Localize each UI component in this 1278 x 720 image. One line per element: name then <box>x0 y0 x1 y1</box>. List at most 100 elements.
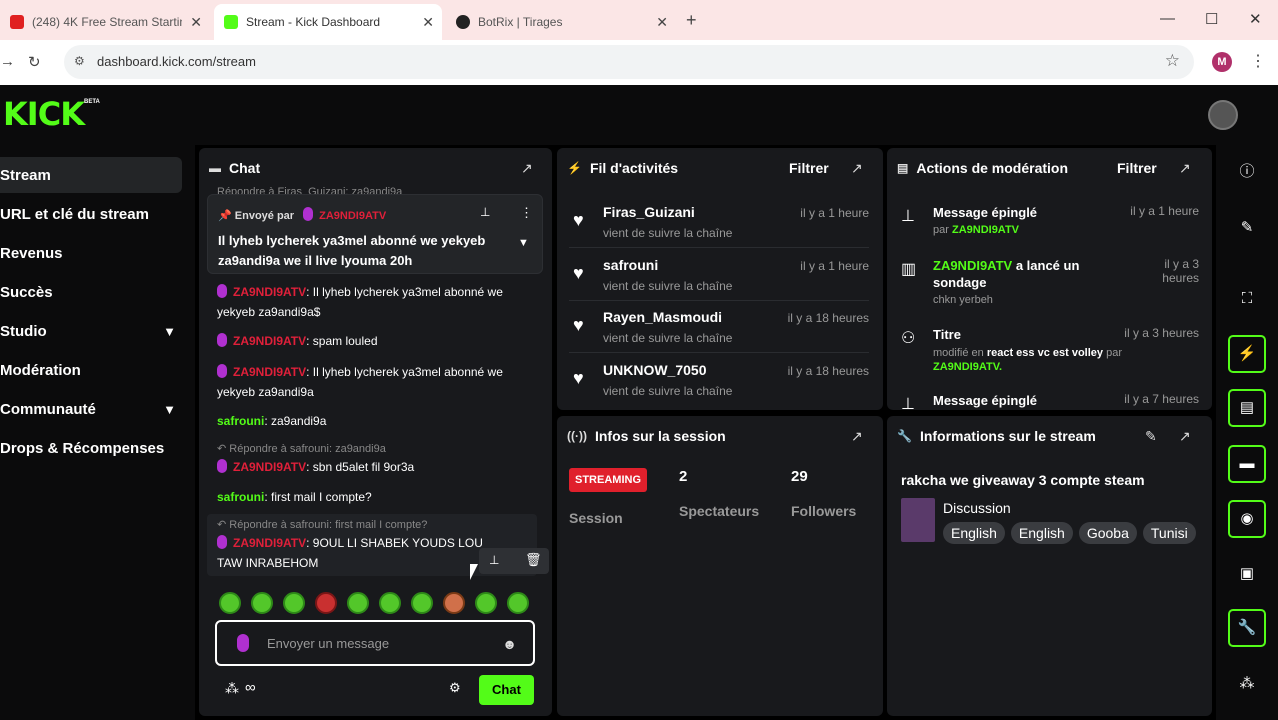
category-name[interactable]: Discussion <box>943 500 1011 516</box>
tab-youtube[interactable]: (248) 4K Free Stream Starting S ✕ <box>0 4 210 40</box>
maximize-icon[interactable]: ☐ <box>1205 10 1218 28</box>
chat-username[interactable]: safrouni <box>217 490 264 504</box>
emote-icon[interactable] <box>379 592 401 614</box>
minimize-icon[interactable]: — <box>1160 10 1175 27</box>
tag[interactable]: Tunisi <box>1142 522 1196 544</box>
spectators-value: 2 <box>679 468 688 485</box>
emote-icon[interactable] <box>315 592 337 614</box>
youtube-icon <box>10 15 24 29</box>
activity-panel: ⚡ Fil d'activités Filtrer ↗ ♥ Firas_Guizan… <box>557 148 883 410</box>
site-info-icon[interactable]: ⚙ <box>74 54 85 68</box>
layout-icon[interactable]: ▣ <box>1228 555 1266 593</box>
document-icon[interactable]: ▤ <box>1228 389 1266 427</box>
mic-badge-icon <box>217 333 227 347</box>
chat-input[interactable]: Envoyer un message ☻ <box>215 620 535 666</box>
chat-username[interactable]: safrouni <box>217 414 264 428</box>
popout-icon[interactable]: ↗ <box>851 160 863 177</box>
popout-icon[interactable]: ↗ <box>1179 160 1191 177</box>
user-avatar[interactable] <box>1208 100 1238 130</box>
pin-icon[interactable]: ⊥ <box>489 553 499 567</box>
chat-username[interactable]: ZA9NDI9ATV <box>233 285 306 299</box>
sidebar-item-studio[interactable]: Studio ▼ <box>0 313 182 349</box>
emote-icon[interactable] <box>443 592 465 614</box>
chat-username[interactable]: ZA9NDI9ATV <box>233 460 306 474</box>
tag[interactable]: English <box>1010 522 1073 544</box>
reload-icon[interactable]: ↻ <box>28 53 41 71</box>
more-options-icon[interactable]: ⋮ <box>520 205 533 221</box>
tag[interactable]: Gooba <box>1078 522 1137 544</box>
broadcast-icon[interactable]: ◉ <box>1228 500 1266 538</box>
infinity-icon[interactable]: ∞ <box>245 679 256 696</box>
chat-username[interactable]: ZA9NDI9ATV <box>233 334 306 348</box>
chat-username[interactable]: ZA9NDI9ATV <box>233 536 306 550</box>
category-thumbnail <box>901 498 935 542</box>
sidebar-item-stream[interactable]: Stream <box>0 157 182 193</box>
chat-bubble-icon[interactable]: ▬ <box>1228 445 1266 483</box>
tags-list: English English Gooba Tunisi <box>943 522 1209 544</box>
emote-icon[interactable] <box>347 592 369 614</box>
pin-icon: 📌 <box>218 210 235 222</box>
emote-icon[interactable] <box>251 592 273 614</box>
emote-icon[interactable] <box>283 592 305 614</box>
emote-icon[interactable] <box>507 592 529 614</box>
pinned-header: 📌 Envoyé par ZA9NDI9ATV <box>218 207 386 222</box>
lightning-icon: ⚡ <box>567 161 582 175</box>
pencil-icon[interactable]: ✎ <box>1228 209 1266 247</box>
focus-icon[interactable]: ⛶ <box>1228 280 1266 318</box>
forward-icon[interactable]: → <box>0 53 15 70</box>
new-tab-button[interactable]: + <box>686 10 697 31</box>
filter-button[interactable]: Filtrer <box>1117 160 1157 176</box>
pinned-username[interactable]: ZA9NDI9ATV <box>319 210 386 222</box>
popout-icon[interactable]: ↗ <box>521 160 533 177</box>
settings-icon[interactable]: ⚙ <box>449 680 461 696</box>
lightning-icon[interactable]: ⚡ <box>1228 335 1266 373</box>
emote-icon[interactable] <box>219 592 241 614</box>
sidebar-item-url-key[interactable]: URL et clé du stream <box>0 196 182 232</box>
browser-menu-icon[interactable]: ⋮ <box>1250 51 1266 71</box>
popout-icon[interactable]: ↗ <box>851 428 863 445</box>
sidebar-item-succes[interactable]: Succès <box>0 274 182 310</box>
send-chat-button[interactable]: Chat <box>479 675 534 705</box>
emoji-icon[interactable]: ☻ <box>502 636 517 652</box>
wrench-icon[interactable]: 🔧 <box>1228 609 1266 647</box>
sidebar-item-label: Drops & Récompenses <box>0 439 165 457</box>
stream-info-panel: 🔧 Informations sur le stream ✎ ↗ rakcha w… <box>887 416 1212 716</box>
edit-icon[interactable]: ✎ <box>1145 428 1157 445</box>
bookmark-star-icon[interactable]: ☆ <box>1165 51 1180 71</box>
url-field[interactable]: ⚙ dashboard.kick.com/stream ☆ <box>64 45 1194 79</box>
close-icon[interactable]: ✕ <box>190 14 202 31</box>
address-bar: → ↻ ⚙ dashboard.kick.com/stream ☆ M ⋮ <box>0 40 1278 85</box>
sidebar-item-communaute[interactable]: Communauté ▼ <box>0 391 182 427</box>
close-icon[interactable]: ✕ <box>656 14 668 31</box>
moderation-title: ▤ Actions de modération <box>897 160 1069 176</box>
close-icon[interactable]: ✕ <box>422 14 434 31</box>
sidebar-item-revenus[interactable]: Revenus <box>0 235 182 271</box>
chat-username[interactable]: ZA9NDI9ATV <box>233 365 306 379</box>
mic-badge-icon <box>217 284 227 298</box>
broadcast-icon: ((·)) <box>567 429 587 443</box>
tab-botrix[interactable]: BotRix | Tirages ✕ <box>446 4 676 40</box>
profile-avatar[interactable]: M <box>1212 52 1232 72</box>
community-icon[interactable]: ⁂ <box>1228 665 1266 703</box>
kick-logo[interactable]: KICK <box>3 95 85 133</box>
mic-badge-icon <box>237 634 249 652</box>
stream-title: rakcha we giveaway 3 compte steam <box>901 472 1145 488</box>
sidebar-item-drops[interactable]: Drops & Récompenses <box>0 430 182 466</box>
trash-icon[interactable]: 🗑 <box>525 552 542 568</box>
filter-button[interactable]: Filtrer <box>789 160 829 176</box>
tab-kick-dashboard[interactable]: Stream - Kick Dashboard ✕ <box>214 4 442 40</box>
emote-icon[interactable] <box>411 592 433 614</box>
tag[interactable]: English <box>943 522 1005 544</box>
message-actions: ⊥ 🗑 <box>479 548 549 574</box>
kick-icon <box>224 15 238 29</box>
unpin-icon[interactable]: ⊥ <box>480 205 490 219</box>
emote-icon[interactable] <box>475 592 497 614</box>
community-icon[interactable]: ⁂ <box>225 680 239 697</box>
popout-icon[interactable]: ↗ <box>1179 428 1191 445</box>
info-icon[interactable]: ⓘ <box>1228 153 1266 191</box>
chevron-down-icon[interactable]: ▼ <box>518 237 529 249</box>
sidebar-item-moderation[interactable]: Modération <box>0 352 182 388</box>
sidebar-item-label: URL et clé du stream <box>0 205 149 223</box>
window-close-icon[interactable]: ✕ <box>1249 10 1262 28</box>
activity-row: ♥ Firas_Guizani vient de suivre la chaîne i… <box>569 198 869 248</box>
